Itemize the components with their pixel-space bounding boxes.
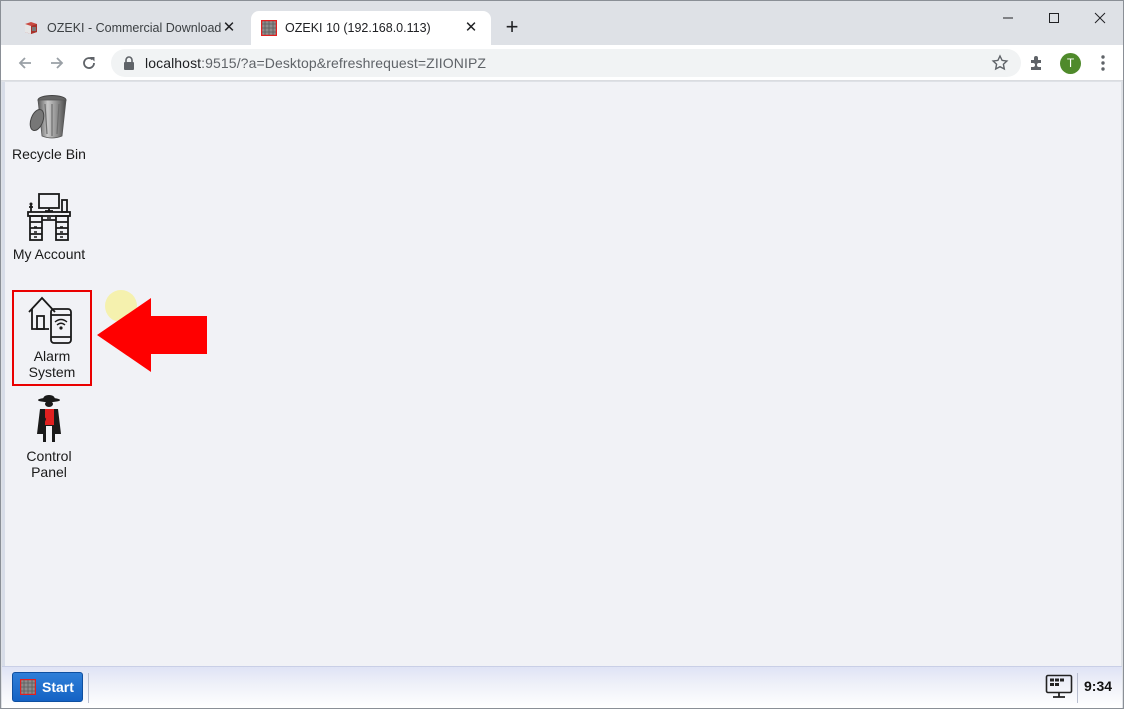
tab-title: OZEKI - Commercial Download	[47, 21, 221, 35]
tab-strip: OZEKI - Commercial Download ✕ OZEKI 10 (…	[1, 1, 1123, 45]
desktop-icon-alarm-system[interactable]: Alarm System	[12, 294, 92, 380]
desktop-area: Recycle Bin My Account Alarm System Cont…	[2, 82, 1121, 666]
url-path: :9515/?a=Desktop&refreshrequest=ZIIONIPZ	[201, 55, 487, 71]
desktop-icon-control-panel[interactable]: Control Panel	[9, 394, 89, 480]
forward-button[interactable]	[43, 49, 71, 77]
back-button[interactable]	[11, 49, 39, 77]
lock-icon	[124, 56, 134, 70]
start-label: Start	[42, 679, 74, 695]
agent-figure-icon	[37, 395, 61, 442]
ozeki-box-icon	[25, 22, 37, 34]
more-vert-icon[interactable]	[1093, 53, 1113, 73]
maximize-button[interactable]	[1031, 3, 1077, 33]
reload-icon	[83, 57, 95, 69]
arrow-right-icon	[51, 57, 64, 69]
arrow-left-icon	[18, 57, 31, 69]
extensions-puzzle-icon[interactable]	[1027, 53, 1047, 73]
recycle-bin-label: Recycle Bin	[12, 146, 86, 162]
close-tab-icon[interactable]: ✕	[463, 20, 479, 36]
my-account-label: My Account	[12, 246, 86, 262]
minimize-button[interactable]	[985, 3, 1031, 33]
bookmark-star-icon[interactable]	[991, 54, 1009, 72]
browser-toolbar: localhost:9515/?a=Desktop&refreshrequest…	[1, 45, 1123, 81]
tab-ozeki-commercial-download[interactable]: OZEKI - Commercial Download ✕	[11, 11, 249, 45]
desktop-icon-recycle-bin[interactable]: Recycle Bin	[9, 92, 89, 162]
url-text[interactable]: localhost:9515/?a=Desktop&refreshrequest…	[145, 55, 486, 71]
monitor-icon[interactable]	[1045, 674, 1073, 700]
profile-avatar[interactable]: T	[1060, 53, 1081, 74]
address-bar[interactable]: localhost:9515/?a=Desktop&refreshrequest…	[111, 49, 1021, 77]
ozeki-grid-icon	[261, 20, 277, 36]
minimize-icon	[1003, 17, 1013, 19]
close-tab-icon[interactable]: ✕	[221, 20, 237, 36]
house-phone-wifi-icon	[28, 296, 72, 344]
red-arrow-annotation	[97, 298, 207, 372]
ozeki-grid-icon	[20, 679, 36, 695]
taskbar-separator	[88, 673, 89, 703]
tab-title: OZEKI 10 (192.168.0.113)	[285, 21, 431, 35]
browser-window: OZEKI - Commercial Download ✕ OZEKI 10 (…	[0, 0, 1124, 709]
taskbar-separator	[1077, 673, 1078, 703]
close-window-button[interactable]	[1077, 3, 1123, 33]
tab-ozeki-10[interactable]: OZEKI 10 (192.168.0.113) ✕	[251, 11, 491, 45]
taskbar-clock: 9:34	[1084, 678, 1113, 694]
desktop-icon-my-account[interactable]: My Account	[9, 192, 89, 262]
maximize-icon	[1049, 13, 1059, 23]
recycle-bin-icon	[29, 95, 67, 139]
reload-button[interactable]	[75, 49, 103, 77]
url-host: localhost	[145, 55, 202, 71]
new-tab-button[interactable]: +	[500, 15, 524, 39]
alarm-system-label: Alarm System	[28, 348, 76, 380]
desk-computer-icon	[27, 193, 71, 241]
close-icon	[1094, 12, 1106, 24]
start-button[interactable]: Start	[12, 672, 83, 702]
control-panel-label: Control Panel	[26, 448, 72, 480]
taskbar: Start 9:34	[2, 666, 1122, 708]
